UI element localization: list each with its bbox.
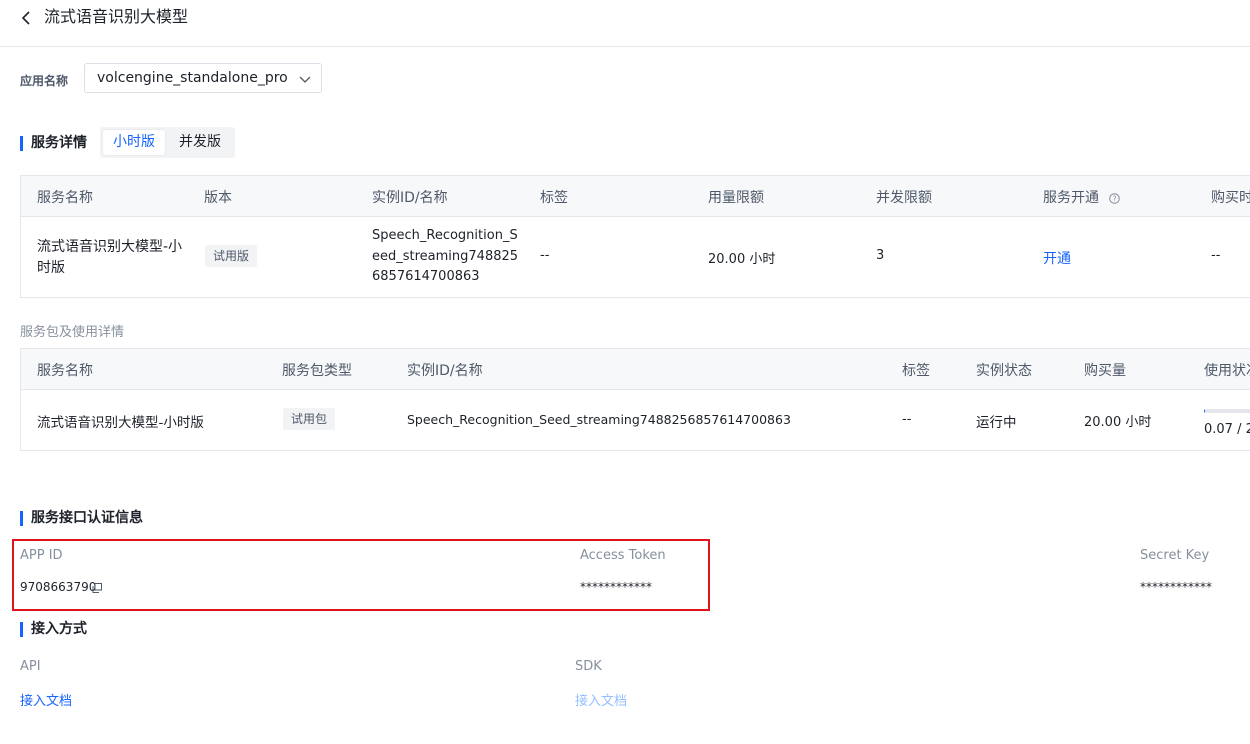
service-table-header: 服务名称 版本 实例ID/名称 标签 用量限额 并发限额 服务开通 ? 购买时: [21, 176, 1250, 217]
col-service-name: 服务名称: [37, 190, 93, 206]
col-activation-label: 服务开通: [1043, 190, 1099, 206]
service-name-cell: 流式语音识别大模型-小 时版: [37, 237, 182, 279]
svg-text:?: ?: [1113, 194, 1117, 203]
back-arrow-icon[interactable]: [20, 10, 34, 26]
col-tags: 标签: [540, 190, 568, 206]
top-bar: 流式语音识别大模型: [0, 0, 1250, 47]
col-tags: 标签: [902, 363, 930, 379]
col-concurrency-limit: 并发限额: [876, 190, 932, 206]
concurrency-limit-cell: 3: [876, 248, 885, 263]
service-name-line: 时版: [37, 260, 65, 276]
api-label: API: [20, 659, 41, 674]
credentials-title: 服务接口认证信息: [20, 511, 143, 526]
purchase-time-cell: --: [1211, 248, 1221, 263]
instance-line: 6857614700863: [372, 269, 480, 284]
sdk-doc-link[interactable]: 接入文档: [575, 690, 627, 709]
api-doc-link[interactable]: 接入文档: [20, 690, 72, 709]
service-name-line: 流式语音识别大模型-小: [37, 239, 183, 255]
col-usage: 使用状况: [1204, 363, 1250, 379]
col-instance: 实例ID/名称: [407, 363, 483, 379]
activate-link[interactable]: 开通: [1043, 248, 1071, 268]
service-details-title: 服务详情: [20, 136, 87, 151]
version-badge: 试用版: [205, 245, 258, 267]
secret-key-label: Secret Key: [1140, 548, 1210, 563]
col-package-type: 服务包类型: [282, 363, 352, 379]
col-activation: 服务开通 ?: [1043, 187, 1121, 207]
package-details-heading: 服务包及使用详情: [20, 325, 125, 340]
package-type-badge: 试用包: [283, 408, 336, 430]
app-name-value: volcengine_standalone_proj…: [97, 70, 287, 86]
tab-hourly[interactable]: 小时版: [103, 130, 165, 155]
tags-cell: --: [540, 248, 550, 263]
sdk-label: SDK: [575, 659, 602, 674]
instance-cell: Speech_Recognition_S eed_streaming748825…: [372, 226, 518, 288]
col-version: 版本: [204, 190, 232, 206]
instance-line: Speech_Recognition_S: [372, 228, 518, 243]
col-instance: 实例ID/名称: [372, 190, 448, 206]
package-service-name-cell: 流式语音识别大模型-小时版: [37, 415, 204, 431]
package-tags-cell: --: [902, 412, 912, 427]
secret-key-value: ************: [1140, 580, 1212, 594]
access-method-title: 接入方式: [20, 622, 87, 637]
package-table-header: 服务名称 服务包类型 实例ID/名称 标签 实例状态 购买量 使用状况: [21, 349, 1250, 390]
instance-line: eed_streaming748825: [372, 248, 519, 264]
col-instance-status: 实例状态: [976, 363, 1032, 379]
instance-status-cell: 运行中: [976, 415, 1017, 431]
usage-text: 0.07 / 20: [1204, 422, 1250, 437]
highlight-annotation-box: [12, 539, 710, 611]
col-service-name: 服务名称: [37, 363, 93, 379]
package-instance-cell: Speech_Recognition_Seed_streaming7488256…: [407, 412, 791, 427]
page-title: 流式语音识别大模型: [44, 7, 189, 26]
app-name-label: 应用名称: [20, 74, 69, 88]
col-usage-limit: 用量限额: [708, 190, 764, 206]
help-icon[interactable]: ?: [1109, 192, 1121, 204]
usage-limit-cell: 20.00 小时: [708, 252, 776, 267]
usage-progress-bar: [1204, 409, 1250, 413]
package-table: 服务名称 服务包类型 实例ID/名称 标签 实例状态 购买量 使用状况 流式语音…: [20, 348, 1250, 451]
purchase-amount-cell: 20.00 小时: [1084, 415, 1152, 430]
service-table: 服务名称 版本 实例ID/名称 标签 用量限额 并发限额 服务开通 ? 购买时 …: [20, 175, 1250, 298]
chevron-down-icon: [299, 76, 311, 83]
app-name-select[interactable]: volcengine_standalone_proj…: [84, 63, 322, 93]
version-segmented-control: 小时版 并发版: [100, 127, 235, 158]
tab-concurrent[interactable]: 并发版: [168, 130, 232, 155]
col-purchase-time: 购买时: [1211, 190, 1250, 206]
col-purchase-amount: 购买量: [1084, 363, 1126, 379]
